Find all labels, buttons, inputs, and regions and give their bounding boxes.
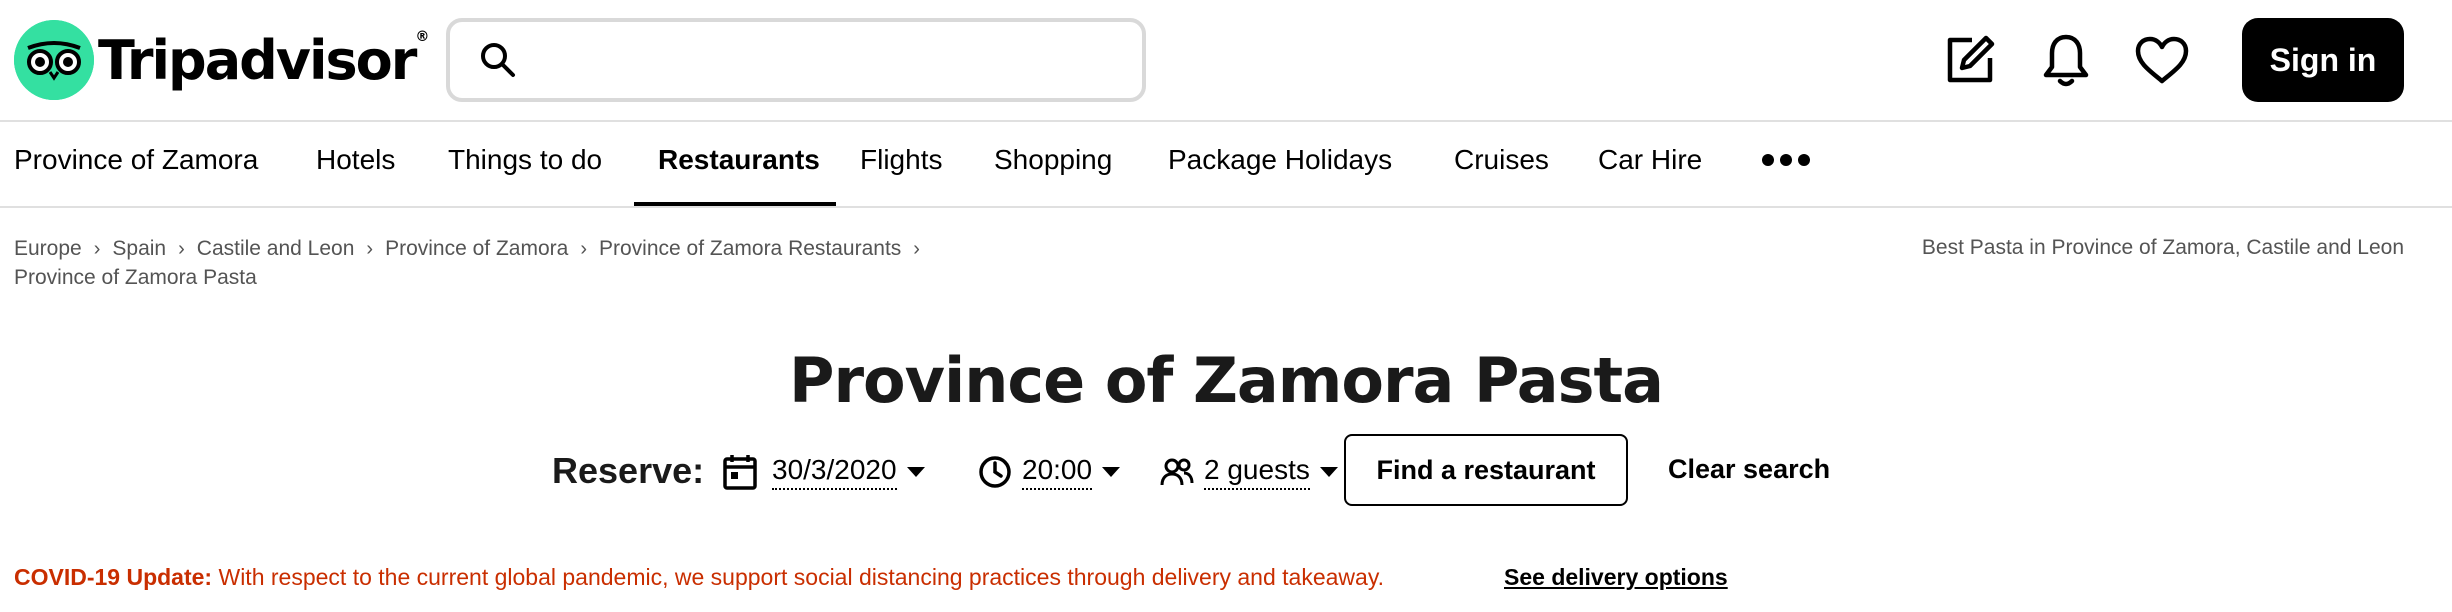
write-review-icon[interactable] (1938, 28, 2002, 92)
tripadvisor-logo[interactable]: Tripadvisor® (14, 20, 429, 100)
search-icon (481, 43, 515, 77)
nav-item-shopping[interactable]: Shopping (994, 144, 1112, 176)
breadcrumb: Europe › Spain › Castile and Leon › Prov… (14, 236, 932, 262)
breadcrumb-item-europe[interactable]: Europe (14, 237, 82, 261)
nav-item-restaurants[interactable]: Restaurants (658, 144, 820, 176)
breadcrumb-item-spain[interactable]: Spain (112, 237, 166, 261)
covid-notice: COVID-19 Update: With respect to the cur… (14, 564, 1384, 591)
owl-logo-icon (14, 20, 94, 100)
logo-wordmark: Tripadvisor® (98, 28, 429, 92)
people-icon (1160, 458, 1194, 486)
breadcrumb-separator-icon: › (580, 237, 587, 260)
site-header: Tripadvisor® Sign in (0, 0, 2452, 120)
notifications-bell-icon[interactable] (2034, 28, 2098, 92)
see-delivery-options-link[interactable]: See delivery options (1504, 564, 1728, 591)
guests-value[interactable]: 2 guests (1204, 454, 1310, 490)
time-picker[interactable]: 20:00 (978, 450, 1121, 494)
find-restaurant-button[interactable]: Find a restaurant (1344, 434, 1628, 506)
chevron-down-icon (906, 467, 925, 477)
page-title: Province of Zamora Pasta (789, 344, 1664, 417)
breadcrumb-separator-icon: › (366, 237, 374, 260)
covid-message: With respect to the current global pande… (212, 564, 1385, 590)
saved-heart-icon[interactable] (2130, 28, 2194, 92)
date-value[interactable]: 30/3/2020 (772, 454, 897, 490)
nav-item-cruises[interactable]: Cruises (1454, 144, 1549, 176)
covid-prefix: COVID-19 Update: (14, 564, 213, 590)
chevron-down-icon (1102, 467, 1121, 477)
nav-item-flights[interactable]: Flights (860, 144, 942, 176)
guests-picker[interactable]: 2 guests (1160, 450, 1338, 494)
time-value[interactable]: 20:00 (1022, 454, 1093, 490)
breadcrumb-current: Province of Zamora Pasta (14, 266, 257, 289)
breadcrumb-item-castile-and-leon[interactable]: Castile and Leon (197, 237, 355, 261)
sign-in-button[interactable]: Sign in (2242, 18, 2404, 102)
breadcrumb-item-province-of-zamora[interactable]: Province of Zamora (385, 237, 568, 261)
search-input[interactable] (530, 36, 1120, 84)
breadcrumb-separator-icon: › (178, 237, 185, 260)
search-box[interactable] (446, 18, 1146, 102)
nav-item-hotels[interactable]: Hotels (316, 144, 395, 176)
clock-icon (979, 456, 1011, 488)
clear-search-button[interactable]: Clear search (1668, 454, 1830, 485)
date-picker[interactable]: 30/3/2020 (722, 450, 925, 494)
breadcrumb-separator-icon: › (913, 237, 920, 260)
breadcrumb-separator-icon: › (93, 237, 101, 260)
nav-item-province-of-zamora[interactable]: Province of Zamora (14, 144, 258, 176)
main-nav: Province of Zamora Hotels Things to do R… (0, 122, 2452, 206)
nav-item-package-holidays[interactable]: Package Holidays (1168, 144, 1392, 176)
breadcrumb-item-restaurants[interactable]: Province of Zamora Restaurants (599, 237, 901, 261)
nav-item-car-hire[interactable]: Car Hire (1598, 144, 1702, 176)
calendar-icon (723, 455, 757, 490)
chevron-down-icon (1319, 467, 1338, 477)
nav-item-things-to-do[interactable]: Things to do (448, 144, 602, 176)
related-link-best-pasta[interactable]: Best Pasta in Province of Zamora, Castil… (1922, 236, 2404, 260)
nav-divider (0, 206, 2452, 208)
reserve-label: Reserve: (552, 450, 705, 491)
more-dots-icon[interactable] (1762, 154, 1810, 166)
